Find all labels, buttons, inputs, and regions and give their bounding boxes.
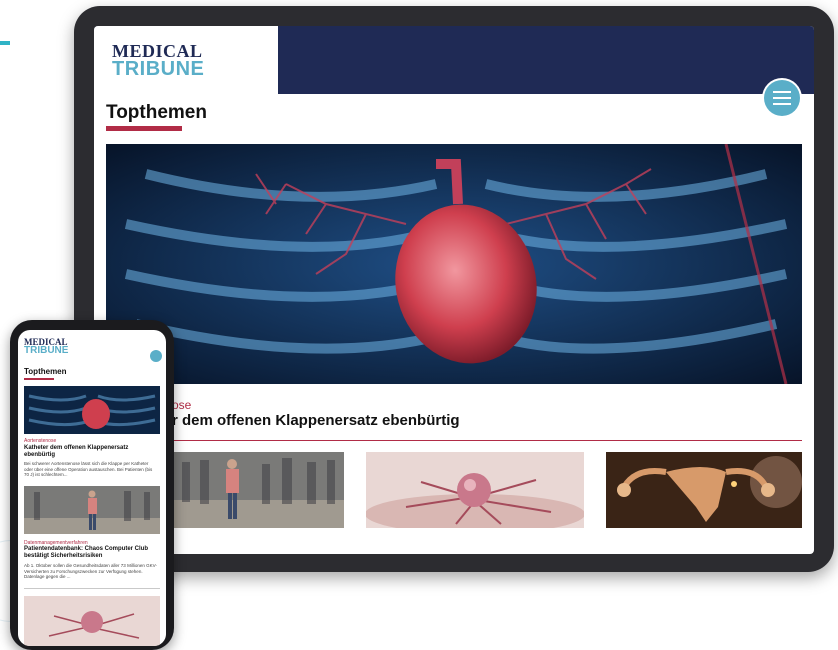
phone-cancer-cell-image[interactable] xyxy=(24,596,160,646)
article-kicker[interactable]: ose xyxy=(172,398,191,412)
thumbnail-crowd[interactable] xyxy=(172,452,344,528)
section-title-underline xyxy=(106,126,182,131)
phone-article1-headline[interactable]: Katheter dem offenen Klappenersatz ebenb… xyxy=(24,445,158,459)
phone-section-title: Topthemen xyxy=(24,367,67,376)
accent-dash xyxy=(0,41,10,45)
phone-logo-line2: TRIBUNE xyxy=(24,345,69,356)
phone-article1-kicker[interactable]: Aortenstenose xyxy=(24,438,56,444)
phone-title-underline xyxy=(24,378,54,380)
thumbnail-uterus[interactable] xyxy=(606,452,802,528)
site-logo[interactable]: MEDICAL TRIBUNE xyxy=(94,26,278,94)
thumbnail-cancer-cell[interactable] xyxy=(366,452,584,528)
phone-article2-body: Ab 1. Oktober sollen die Gesundheitsdate… xyxy=(24,563,157,579)
phone-article2-headline[interactable]: Patientendatenbank: Chaos Computer Club … xyxy=(24,546,158,560)
tablet-device: MEDICAL TRIBUNE Topthemen ose r dem offe… xyxy=(74,6,834,572)
phone-divider xyxy=(24,588,160,589)
phone-article1-body: Bei schwerer Aortenstenose lässt sich di… xyxy=(24,461,153,477)
section-title: Topthemen xyxy=(106,102,207,123)
article-divider xyxy=(106,440,802,441)
phone-crowd-image[interactable] xyxy=(24,486,160,534)
logo-line2: TRIBUNE xyxy=(112,58,205,80)
phone-device: MEDICAL TRIBUNE Topthemen Aortenstenose … xyxy=(10,320,174,650)
site-header: MEDICAL TRIBUNE xyxy=(94,26,814,94)
tablet-screen: MEDICAL TRIBUNE Topthemen ose r dem offe… xyxy=(94,26,814,554)
hamburger-menu-icon[interactable] xyxy=(764,80,800,116)
hero-heart-image[interactable] xyxy=(106,144,802,384)
phone-hero-heart-image[interactable] xyxy=(24,386,160,434)
phone-screen: MEDICAL TRIBUNE Topthemen Aortenstenose … xyxy=(18,330,166,646)
article-headline[interactable]: r dem offenen Klappenersatz ebenbürtig xyxy=(172,412,460,429)
phone-menu-icon[interactable] xyxy=(150,350,162,362)
